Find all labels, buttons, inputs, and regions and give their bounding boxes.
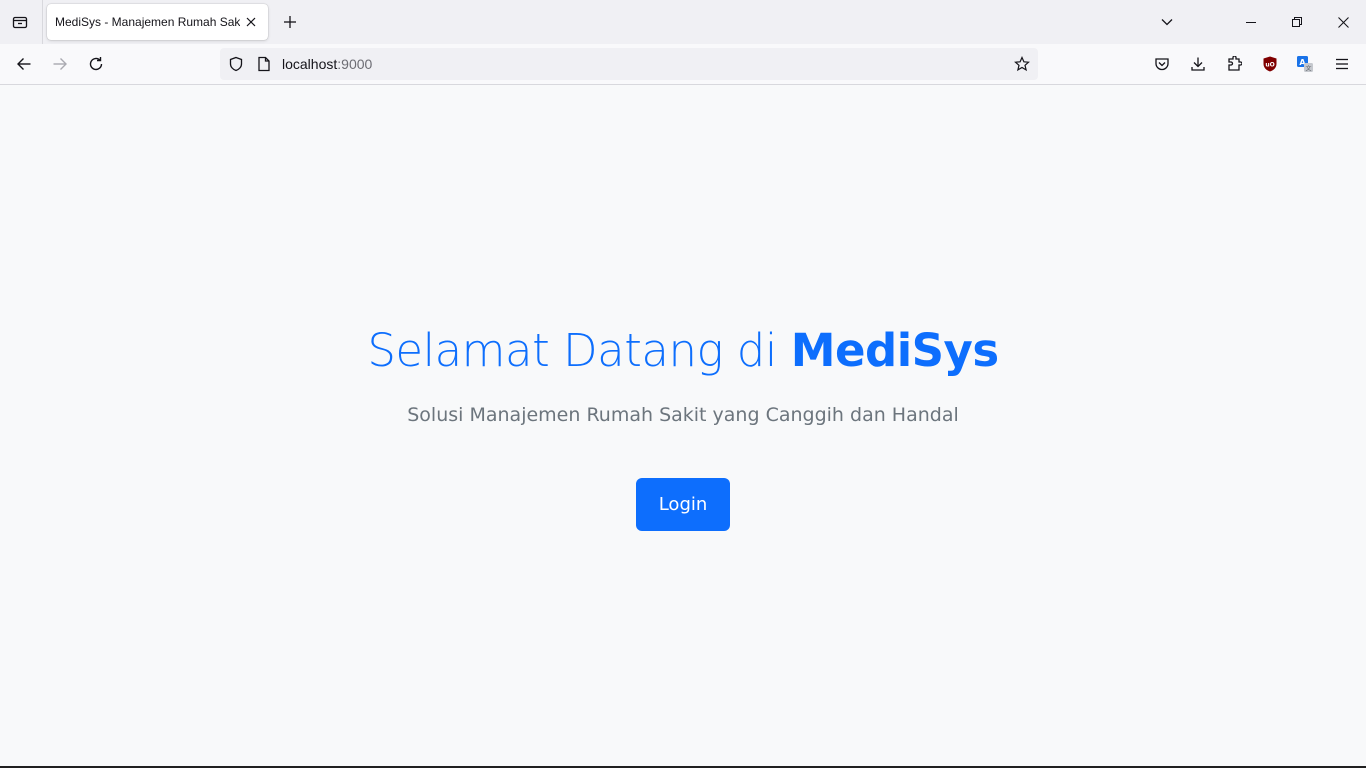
pocket-button[interactable] [1146, 48, 1178, 80]
puzzle-icon [1226, 56, 1242, 72]
hamburger-menu-icon [1334, 56, 1350, 72]
url-host: localhost [282, 56, 338, 72]
reload-button[interactable] [80, 48, 112, 80]
chevron-down-icon [1160, 15, 1174, 29]
minimize-button[interactable] [1228, 0, 1274, 44]
close-icon [246, 17, 256, 27]
plus-icon [283, 15, 297, 29]
hero-title-prefix: Selamat Datang di [367, 324, 791, 377]
hero-title: Selamat Datang di MediSys [0, 321, 1366, 381]
list-all-tabs-button[interactable] [1153, 8, 1181, 36]
shield-icon[interactable] [226, 54, 246, 74]
arrow-right-icon [52, 56, 68, 72]
browser-window: MediSys - Manajemen Rumah Sakit localhos… [0, 0, 1366, 768]
reload-icon [88, 56, 104, 72]
tab-strip-separator [42, 0, 43, 44]
url-bar[interactable]: localhost:9000 [220, 48, 1038, 80]
tab-title: MediSys - Manajemen Rumah Sakit [55, 15, 240, 29]
restore-icon [1292, 17, 1302, 27]
navigation-toolbar: localhost:9000 uO A 文 [0, 44, 1366, 85]
brand-name: MediSys [790, 324, 999, 377]
url-text[interactable]: localhost:9000 [282, 56, 372, 72]
translate-icon: A 文 [1296, 55, 1314, 73]
hero-subtitle: Solusi Manajemen Rumah Sakit yang Canggi… [407, 404, 959, 426]
login-button[interactable]: Login [636, 478, 730, 531]
tab-list-button[interactable] [6, 8, 34, 36]
svg-text:uO: uO [1265, 62, 1274, 69]
arrow-left-icon [16, 56, 32, 72]
ublock-button[interactable]: uO [1254, 48, 1286, 80]
tab-list-icon [12, 14, 28, 30]
app-menu-button[interactable] [1326, 48, 1358, 80]
minimize-icon [1246, 17, 1256, 27]
extensions-button[interactable] [1218, 48, 1250, 80]
new-tab-button[interactable] [276, 8, 304, 36]
downloads-button[interactable] [1182, 48, 1214, 80]
restore-button[interactable] [1274, 0, 1320, 44]
translate-button[interactable]: A 文 [1289, 48, 1321, 80]
star-icon[interactable] [1012, 54, 1032, 74]
tab-close-button[interactable] [242, 13, 260, 31]
page-content: Selamat Datang di MediSys Solusi Manajem… [0, 85, 1366, 766]
close-icon [1337, 16, 1349, 28]
tab-active[interactable]: MediSys - Manajemen Rumah Sakit [47, 4, 268, 40]
download-icon [1190, 56, 1206, 72]
pocket-icon [1154, 56, 1170, 72]
svg-text:文: 文 [1305, 65, 1311, 73]
ublock-icon: uO [1262, 56, 1278, 72]
forward-button[interactable] [44, 48, 76, 80]
back-button[interactable] [8, 48, 40, 80]
close-window-button[interactable] [1320, 0, 1366, 44]
tab-strip: MediSys - Manajemen Rumah Sakit [0, 0, 1366, 44]
page-icon[interactable] [254, 54, 274, 74]
url-port: :9000 [337, 56, 373, 72]
